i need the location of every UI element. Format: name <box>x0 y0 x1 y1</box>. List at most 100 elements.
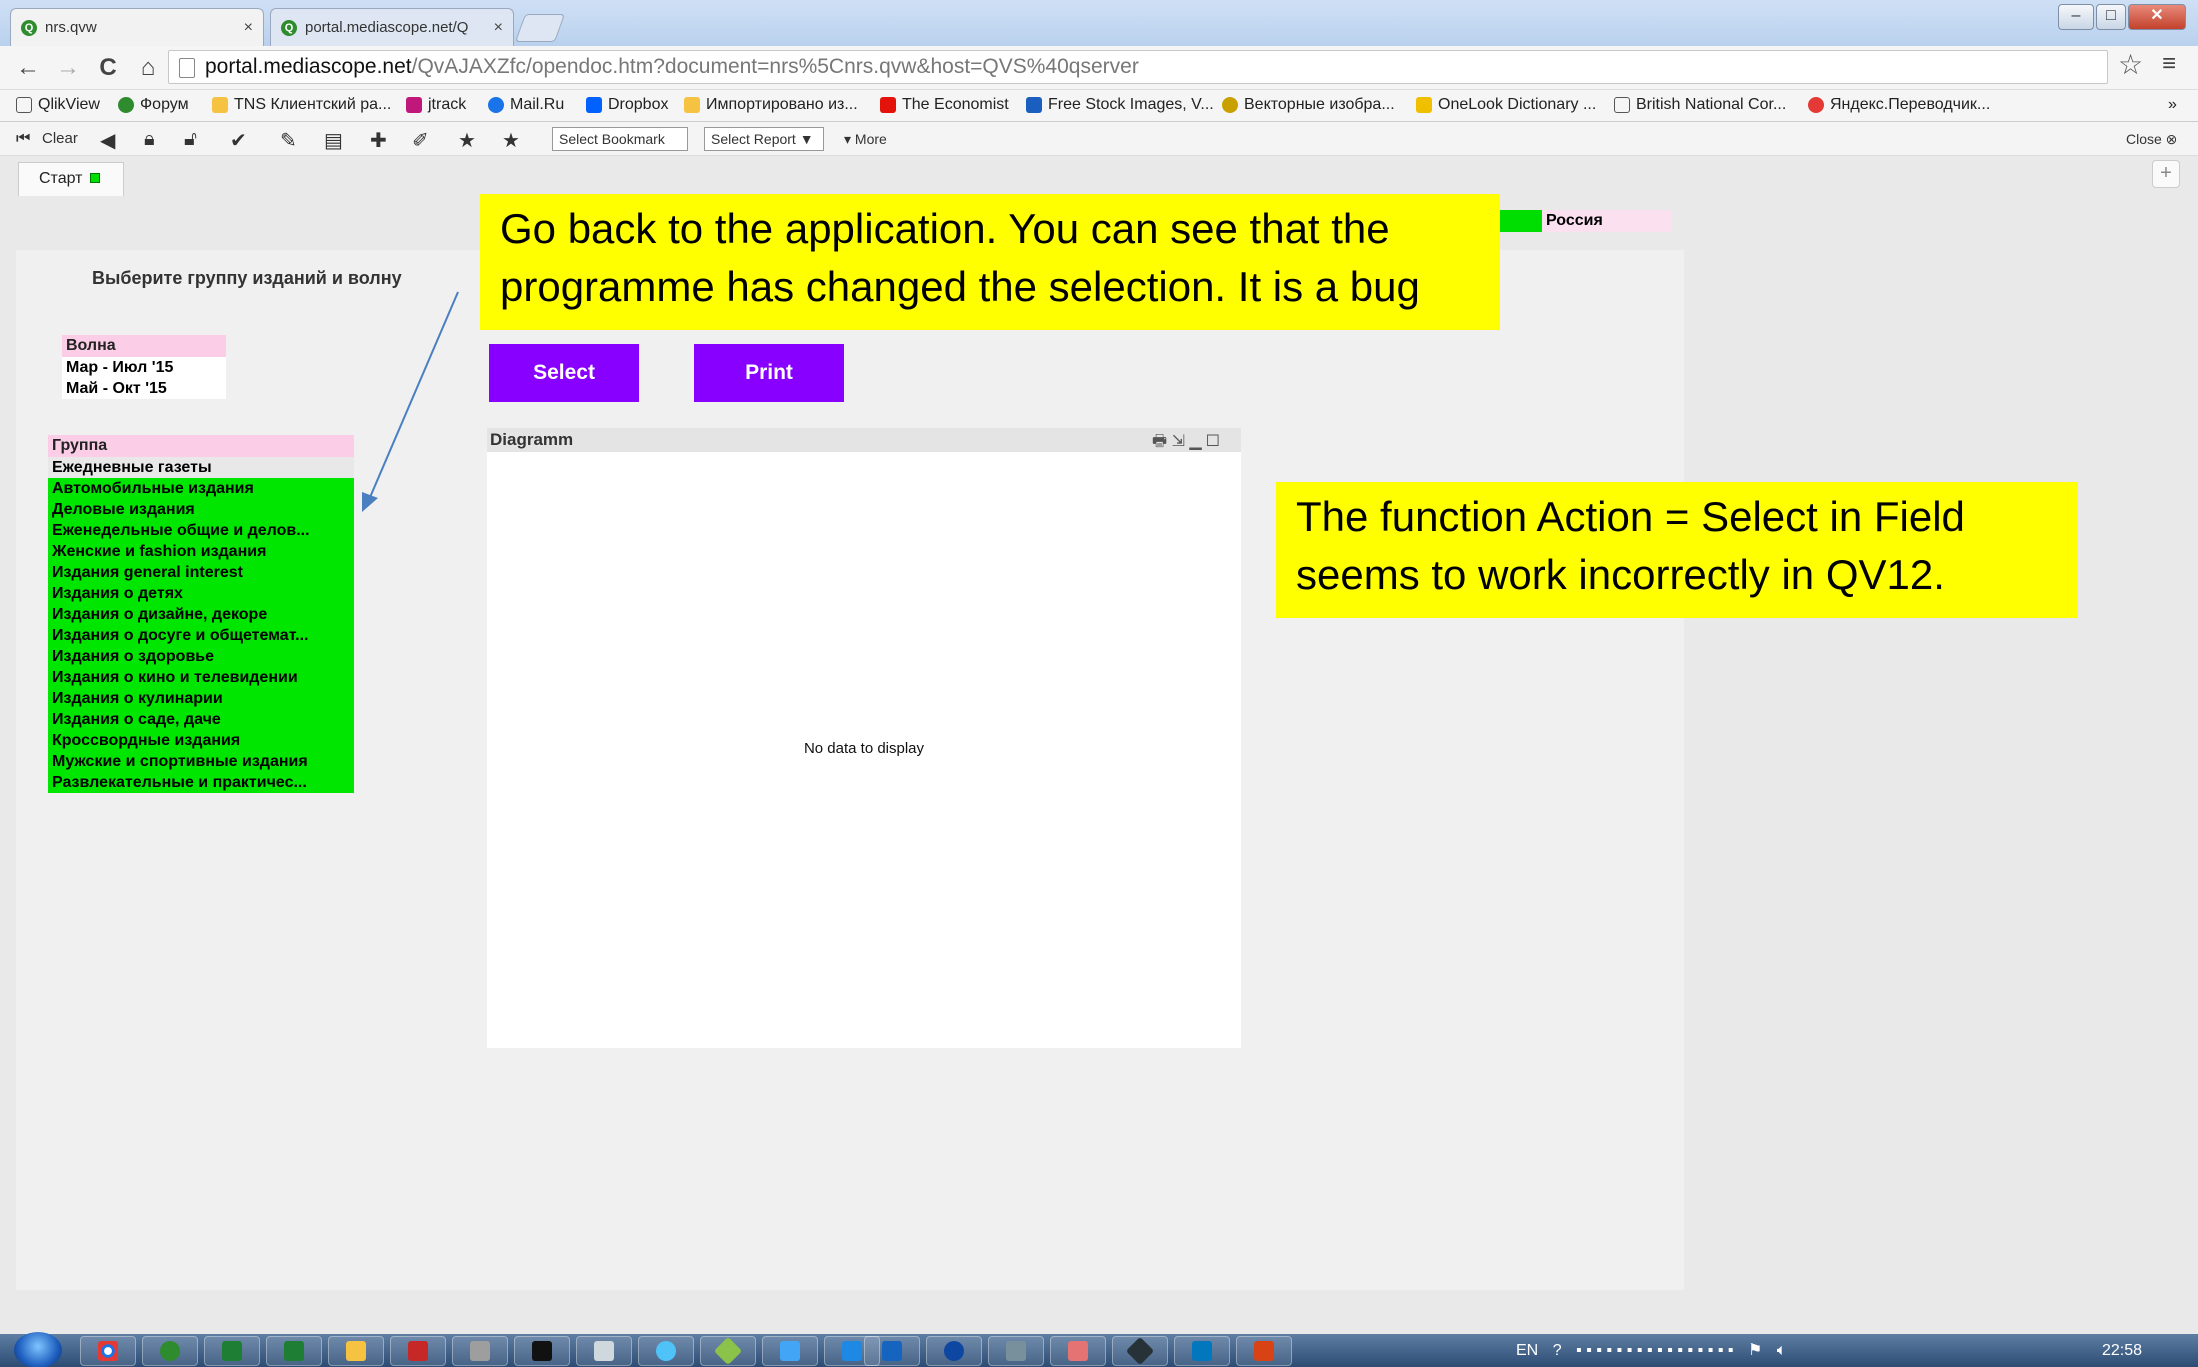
print-icon[interactable]: 🖶︎ <box>1152 433 1167 450</box>
list-item[interactable]: Еженедельные общие и делов... <box>48 520 354 541</box>
bookmark-item[interactable]: British National Cor... <box>1614 96 1786 114</box>
explorer-taskbar-icon[interactable] <box>328 1336 384 1366</box>
word-taskbar-icon[interactable] <box>864 1336 920 1366</box>
list-item[interactable]: Кроссвордные издания <box>48 730 354 751</box>
maximize-icon[interactable]: ☐ <box>1206 433 1219 450</box>
add-icon[interactable]: ✚ <box>370 128 387 153</box>
app-taskbar-icon[interactable] <box>926 1336 982 1366</box>
clear-button[interactable]: Clear <box>42 130 78 147</box>
bookmark-item[interactable]: jtrack <box>406 96 466 114</box>
pen-icon[interactable]: ✐ <box>412 128 429 153</box>
window-close-button[interactable]: ✕ <box>2128 4 2186 30</box>
list-item[interactable]: Издания о здоровье <box>48 646 354 667</box>
unlock-icon[interactable]: 🔓︎ <box>184 128 197 151</box>
print-button[interactable]: Print <box>694 344 844 402</box>
bookmark-icon[interactable]: ★ <box>502 128 520 153</box>
close-icon[interactable]: × <box>494 19 503 37</box>
tab-start[interactable]: Старт <box>18 162 124 196</box>
reload-icon[interactable]: C <box>88 54 128 82</box>
chrome-taskbar-icon[interactable] <box>80 1336 136 1366</box>
app-taskbar-icon[interactable] <box>576 1336 632 1366</box>
bookmark-item[interactable]: Dropbox <box>586 96 668 114</box>
close-button[interactable]: Close ⊗ <box>2126 131 2177 148</box>
select-bookmark-dropdown[interactable]: Select Bookmark ▼ <box>552 127 688 169</box>
list-item[interactable]: Издания о кулинарии <box>48 688 354 709</box>
app-taskbar-icon[interactable] <box>452 1336 508 1366</box>
more-button[interactable]: ▾ More <box>844 131 887 148</box>
lock-icon[interactable]: 🔒︎ <box>144 128 155 151</box>
minimize-icon[interactable]: ▁ <box>1189 433 1201 450</box>
list-item[interactable]: Издания о дизайне, декоре <box>48 604 354 625</box>
list-item[interactable]: Издания о детях <box>48 583 354 604</box>
filezilla-taskbar-icon[interactable] <box>390 1336 446 1366</box>
edit-icon[interactable]: ✎ <box>280 128 297 153</box>
list-item[interactable]: Развлекательные и практичес... <box>48 772 354 793</box>
forward-icon[interactable]: → <box>48 54 88 82</box>
powerpoint-taskbar-icon[interactable] <box>1236 1336 1292 1366</box>
bookmark-item[interactable]: Mail.Ru <box>488 96 564 114</box>
app-taskbar-icon[interactable] <box>1112 1336 1168 1366</box>
bookmark-item[interactable]: OneLook Dictionary ... <box>1416 96 1596 114</box>
bookmark-item[interactable]: Импортировано из... <box>684 96 858 114</box>
qlikview-taskbar-icon[interactable] <box>142 1336 198 1366</box>
flag-icon[interactable]: ⚑ <box>1748 1342 1762 1359</box>
bookmark-add-icon[interactable]: ★ <box>458 128 476 153</box>
clear-icon[interactable]: ⏮ <box>16 130 30 148</box>
list-item[interactable]: Мужские и спортивные издания <box>48 751 354 772</box>
back-icon[interactable]: ← <box>8 54 48 82</box>
bookmark-item[interactable]: The Economist <box>880 96 1009 114</box>
list-item[interactable]: Издания о саде, даче <box>48 709 354 730</box>
app-taskbar-icon[interactable] <box>700 1336 756 1366</box>
home-icon[interactable]: ⌂ <box>128 54 168 82</box>
clock[interactable]: 22:58 <box>2102 1342 2142 1360</box>
bookmark-item[interactable]: Форум <box>118 96 189 114</box>
app-taskbar-icon[interactable] <box>762 1336 818 1366</box>
export-icon[interactable]: ⇲ <box>1172 433 1185 450</box>
browser-menu-icon[interactable]: ≡ <box>2162 50 2176 78</box>
select-button[interactable]: Select <box>489 344 639 402</box>
app-taskbar-icon[interactable] <box>1050 1336 1106 1366</box>
excel-taskbar-icon[interactable] <box>204 1336 260 1366</box>
terminal-taskbar-icon[interactable] <box>514 1336 570 1366</box>
address-bar[interactable]: portal.mediascope.net/QvAJAXZfc/opendoc.… <box>168 50 2108 84</box>
excel-taskbar-icon[interactable] <box>266 1336 322 1366</box>
bookmark-item[interactable]: TNS Клиентский ра... <box>212 96 391 114</box>
tray-icons[interactable]: ▪ ▪ ▪ ▪ ▪ ▪ ▪ ▪ ▪ ▪ ▪ ▪ ▪ ▪ ▪ ▪ <box>1576 1342 1733 1359</box>
add-tab-button[interactable]: + <box>2152 160 2180 188</box>
stock-images-icon <box>1026 97 1042 113</box>
list-item[interactable]: Издания о досуге и общетемат... <box>48 625 354 646</box>
list-item-selected[interactable]: Ежедневные газеты <box>48 457 354 478</box>
bookmark-item[interactable]: Яндекс.Переводчик... <box>1808 96 1990 114</box>
region-listbox-russia[interactable]: Россия <box>1500 210 1672 232</box>
list-item[interactable]: Май - Окт '15 <box>62 378 226 399</box>
list-item[interactable]: Издания о кино и телевидении <box>48 667 354 688</box>
chart-controls: 🖶︎ ⇲ ▁ ☐ <box>1152 430 1219 457</box>
browser-tab-portal[interactable]: Q portal.mediascope.net/Q × <box>270 8 514 46</box>
check-icon[interactable]: ✔ <box>230 128 247 153</box>
folder-icon <box>212 97 228 113</box>
list-item[interactable]: Издания general interest <box>48 562 354 583</box>
windows-start-icon[interactable] <box>14 1332 62 1367</box>
bookmark-item[interactable]: Векторные изобра... <box>1222 96 1395 114</box>
minimize-button[interactable]: – <box>2058 4 2094 30</box>
bookmark-item[interactable]: QlikView <box>16 96 100 114</box>
outlook-taskbar-icon[interactable] <box>1174 1336 1230 1366</box>
bookmark-item[interactable]: Free Stock Images, V... <box>1026 96 1214 114</box>
list-item[interactable]: Женские и fashion издания <box>48 541 354 562</box>
bookmarks-more[interactable]: » <box>2168 96 2177 114</box>
volume-icon[interactable]: 🔈︎ <box>1777 1342 1787 1359</box>
back-icon[interactable]: ◀ <box>100 128 115 153</box>
app-taskbar-icon[interactable] <box>988 1336 1044 1366</box>
close-icon[interactable]: × <box>244 19 253 37</box>
browser-tab-nrs[interactable]: Q nrs.qvw × <box>10 8 264 46</box>
list-item[interactable]: Автомобильные издания <box>48 478 354 499</box>
chart-icon[interactable]: ▤ <box>324 128 343 153</box>
language-indicator[interactable]: EN <box>1516 1342 1538 1359</box>
app-taskbar-icon[interactable] <box>638 1336 694 1366</box>
list-item[interactable]: Мар - Июл '15 <box>62 357 226 378</box>
select-report-dropdown[interactable]: Select Report ▼ <box>704 127 824 151</box>
list-item[interactable]: Деловые издания <box>48 499 354 520</box>
help-icon[interactable]: ? <box>1553 1342 1562 1359</box>
maximize-button[interactable]: □ <box>2096 4 2126 30</box>
bookmark-star-icon[interactable]: ☆ <box>2118 48 2143 81</box>
